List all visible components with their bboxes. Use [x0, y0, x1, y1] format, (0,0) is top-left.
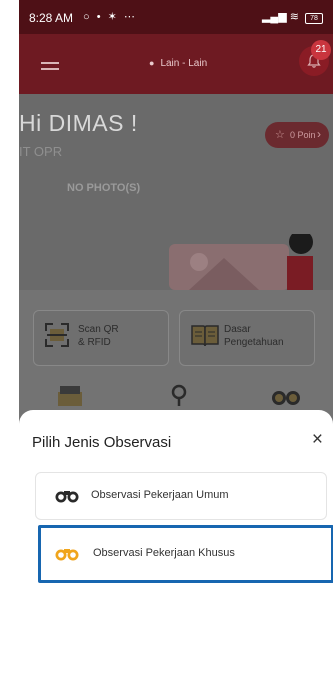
option-observasi-umum[interactable]: Observasi Pekerjaan Umum: [35, 472, 327, 520]
illustration-image: [169, 234, 313, 290]
no-photo-label: NO PHOTO(S): [67, 182, 141, 194]
chevron-right-icon: ›: [317, 127, 321, 141]
scan-qr-label: Scan QR & RFID: [78, 323, 166, 349]
option-khusus-label: Observasi Pekerjaan Khusus: [93, 547, 235, 559]
option-umum-label: Observasi Pekerjaan Umum: [91, 489, 229, 501]
scan-qr-icon: [45, 323, 69, 347]
observasi-bottom-sheet: Pilih Jenis Observasi × Observasi Pekerj…: [19, 410, 333, 680]
scan-qr-rfid-card[interactable]: Scan QR & RFID: [33, 310, 169, 366]
magnifier-icon[interactable]: [169, 384, 189, 406]
status-right: ▂▄▆ ≋ 78: [262, 10, 323, 24]
scan-qr-label-line1: Scan QR: [78, 324, 119, 335]
medal-icon: ☆: [275, 129, 285, 141]
scan-qr-label-line2: & RFID: [78, 337, 111, 348]
user-role: IT OPR: [19, 144, 63, 159]
poin-button[interactable]: ☆ 0 Poin ›: [265, 122, 329, 148]
poin-label: 0 Poin: [290, 130, 316, 140]
location-pin-icon: ●: [149, 58, 155, 68]
wifi-icon: ≋: [289, 11, 299, 23]
binocular-icon: [55, 549, 79, 561]
location-selector[interactable]: ● Lain - Lain: [149, 58, 207, 69]
greeting-title: Hi DIMAS !: [19, 110, 138, 136]
dasar-label-line2: Pengetahuan: [224, 337, 284, 348]
option-observasi-khusus[interactable]: Observasi Pekerjaan Khusus: [38, 525, 333, 583]
status-bar: 8:28 AM ○ • ✶ ⋯ ▂▄▆ ≋ 78: [19, 0, 333, 34]
location-label: Lain - Lain: [160, 58, 208, 69]
battery-icon: 78: [305, 13, 323, 24]
dasar-label-line1: Dasar: [224, 324, 251, 335]
notification-button[interactable]: 21: [299, 40, 331, 76]
notification-icons: ○ • ✶ ⋯: [83, 11, 137, 23]
dasar-pengetahuan-label: Dasar Pengetahuan: [224, 323, 312, 349]
notification-badge: 21: [311, 40, 331, 60]
binocular-icon: [55, 491, 79, 503]
close-icon[interactable]: ×: [312, 430, 323, 450]
status-time: 8:28 AM: [29, 11, 74, 25]
sheet-title: Pilih Jenis Observasi: [32, 434, 172, 451]
app-screen: 8:28 AM ○ • ✶ ⋯ ▂▄▆ ≋ 78 ● Lain - Lain 21…: [19, 0, 333, 680]
document-icon[interactable]: [55, 384, 85, 406]
app-header: ● Lain - Lain 21: [19, 34, 333, 94]
menu-icon[interactable]: [41, 62, 59, 72]
book-icon: [191, 325, 219, 347]
greeting-section: Hi DIMAS ! IT OPR ☆ 0 Poin › NO PHOTO(S): [19, 94, 333, 290]
dasar-pengetahuan-card[interactable]: Dasar Pengetahuan: [179, 310, 315, 366]
binocular-icon[interactable]: [271, 384, 301, 406]
signal-icon: ▂▄▆: [261, 11, 287, 23]
